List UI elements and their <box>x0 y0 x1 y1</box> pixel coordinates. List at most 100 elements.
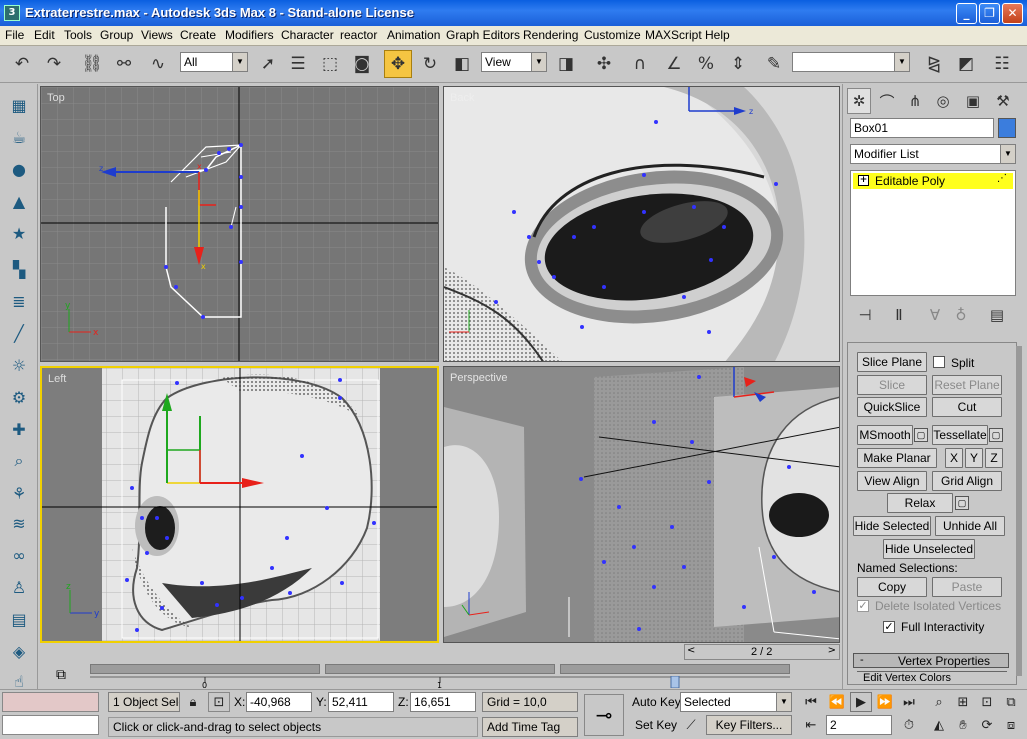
current-frame-field[interactable]: 2 <box>826 715 892 735</box>
set-key-button[interactable]: Set Key <box>635 718 677 732</box>
angle-snap-icon[interactable]: ∠ <box>660 50 688 78</box>
redo-icon[interactable]: ↷ <box>40 50 68 78</box>
scene-icon[interactable]: ▤ <box>6 606 32 632</box>
menu-modifiers[interactable]: Modifiers <box>225 28 274 42</box>
object-color-swatch[interactable] <box>998 118 1016 138</box>
light-icon[interactable]: ☼ <box>6 352 32 378</box>
grid-align-button[interactable]: Grid Align <box>932 471 1002 491</box>
timeline-ruler[interactable]: 012 <box>40 676 840 688</box>
edit-named-selection-icon[interactable]: ✎ <box>760 50 788 78</box>
utilities-tab-icon[interactable]: ⚒ <box>991 88 1015 114</box>
motion-tab-icon[interactable]: ◎ <box>931 88 955 114</box>
key-filters-button[interactable]: Key Filters... <box>706 715 792 735</box>
go-to-start-icon[interactable]: ⏮ <box>800 692 822 712</box>
cut-button[interactable]: Cut <box>932 397 1002 417</box>
percent-snap-icon[interactable]: % <box>692 50 720 78</box>
lock-selection-icon[interactable]: 🔒︎ <box>182 692 204 712</box>
select-and-link-icon[interactable]: ⛓ <box>78 50 106 78</box>
close-button[interactable]: ✕ <box>1002 3 1023 24</box>
reset-plane-button[interactable]: Reset Plane <box>932 375 1002 395</box>
remove-modifier-icon[interactable]: ♁ <box>949 302 973 328</box>
menu-edit[interactable]: Edit <box>34 28 55 42</box>
create-tab-icon[interactable]: ✲ <box>847 88 871 114</box>
menu-create[interactable]: Create <box>180 28 216 42</box>
coord-y-field[interactable]: 52,411 <box>328 692 394 712</box>
paste-button[interactable]: Paste <box>932 577 1002 597</box>
hide-unselected-button[interactable]: Hide Unselected <box>883 539 975 559</box>
snaps-toggle-icon[interactable]: ∩ <box>626 50 654 78</box>
delete-isolated-vertices-checkbox[interactable]: ✓ <box>857 600 869 612</box>
absolute-mode-icon[interactable]: ⊡ <box>208 692 230 712</box>
time-slider-next-icon[interactable]: > <box>828 645 836 656</box>
modifier-list-dropdown[interactable]: Modifier List ▼ <box>850 144 1016 164</box>
key-mode-toggle-icon[interactable]: ⇤ <box>800 715 822 735</box>
time-slider-frame-bar[interactable]: < 2 / 2 > <box>684 644 840 660</box>
viewport-label-back[interactable]: Back <box>450 92 474 104</box>
menu-graph-editors[interactable]: Graph Editors <box>446 28 520 42</box>
named-selection-dropdown[interactable]: ▼ <box>792 52 910 72</box>
select-object-icon[interactable]: ➚ <box>254 50 282 78</box>
reference-coordinate-dropdown[interactable]: View ▼ <box>481 52 547 72</box>
viewport-perspective[interactable]: Perspective <box>443 366 840 643</box>
align-icon[interactable]: ◩ <box>952 50 980 78</box>
maxscript-listener-pink[interactable] <box>2 692 99 712</box>
pin-stack-icon[interactable]: ⊣ <box>853 302 877 328</box>
select-and-scale-icon[interactable]: ◧ <box>448 50 476 78</box>
select-and-manipulate-icon[interactable]: ✣ <box>590 50 618 78</box>
relax-button[interactable]: Relax <box>887 493 953 513</box>
biped-icon[interactable]: ♙ <box>6 574 32 600</box>
key-mode-dropdown[interactable]: Selected ▼ <box>680 692 792 712</box>
viewport-back[interactable]: z Back <box>443 86 840 362</box>
viewport-left[interactable]: y z Left <box>40 366 439 643</box>
expand-icon[interactable]: + <box>858 175 869 186</box>
select-by-name-icon[interactable]: ☰ <box>284 50 312 78</box>
default-tangent-icon[interactable]: ⟋ <box>680 715 702 735</box>
msmooth-settings-icon[interactable]: ▢ <box>914 428 928 442</box>
teapot-icon[interactable]: ☕ <box>6 124 32 150</box>
split-checkbox[interactable] <box>933 356 945 368</box>
add-time-tag[interactable]: Add Time Tag <box>482 717 578 737</box>
zoom-extents-icon[interactable]: ⊡ <box>976 692 998 712</box>
viewport-label-perspective[interactable]: Perspective <box>450 372 507 384</box>
menu-rendering[interactable]: Rendering <box>523 28 578 42</box>
render-icon[interactable]: ◈ <box>6 638 32 664</box>
maximize-button[interactable]: ❐ <box>979 3 1000 24</box>
play-icon[interactable]: ▶ <box>850 692 872 712</box>
stack-icon[interactable]: ≣ <box>6 288 32 314</box>
object-name-field[interactable]: Box01 <box>850 118 994 138</box>
pan-icon[interactable]: ✋︎ <box>952 715 974 735</box>
next-frame-icon[interactable]: ⏩ <box>874 692 896 712</box>
view-align-button[interactable]: View Align <box>857 471 927 491</box>
vertex-properties-rollout-header[interactable]: - Vertex Properties <box>853 653 1009 668</box>
gear-icon[interactable]: ⚙ <box>6 384 32 410</box>
wave-icon[interactable]: ≋ <box>6 510 32 536</box>
coord-z-field[interactable]: 16,651 <box>410 692 476 712</box>
unlink-selection-icon[interactable]: ⚯ <box>110 50 138 78</box>
show-end-result-icon[interactable]: Ⅱ <box>887 302 911 328</box>
make-planar-y-button[interactable]: Y <box>965 448 983 468</box>
minimize-button[interactable]: _ <box>956 3 977 24</box>
coord-x-field[interactable]: -40,968 <box>246 692 312 712</box>
maximize-viewport-icon[interactable]: ⧈ <box>1000 715 1022 735</box>
copy-button[interactable]: Copy <box>857 577 927 597</box>
boxes-icon[interactable]: ▦ <box>6 92 32 118</box>
undo-icon[interactable]: ↶ <box>8 50 36 78</box>
menu-reactor[interactable]: reactor <box>340 28 377 42</box>
star-icon[interactable]: ★ <box>6 220 32 246</box>
window-crossing-icon[interactable]: ◙ <box>348 50 376 78</box>
make-planar-x-button[interactable]: X <box>945 448 963 468</box>
tessellate-settings-icon[interactable]: ▢ <box>989 428 1003 442</box>
mirror-icon[interactable]: ⧎ <box>920 50 948 78</box>
space-warp-icon[interactable]: ⚘ <box>6 480 32 506</box>
menu-views[interactable]: Views <box>141 28 173 42</box>
layer-manager-icon[interactable]: ☷ <box>988 50 1016 78</box>
make-planar-button[interactable]: Make Planar <box>857 448 937 468</box>
menu-group[interactable]: Group <box>100 28 133 42</box>
select-and-rotate-icon[interactable]: ↻ <box>416 50 444 78</box>
menu-tools[interactable]: Tools <box>64 28 92 42</box>
unhide-all-button[interactable]: Unhide All <box>935 516 1005 536</box>
hierarchy-tab-icon[interactable]: ⋔ <box>903 88 927 114</box>
menu-customize[interactable]: Customize <box>584 28 641 42</box>
helper-icon[interactable]: ✚ <box>6 416 32 442</box>
camera-icon[interactable]: ⌕ <box>6 448 32 474</box>
